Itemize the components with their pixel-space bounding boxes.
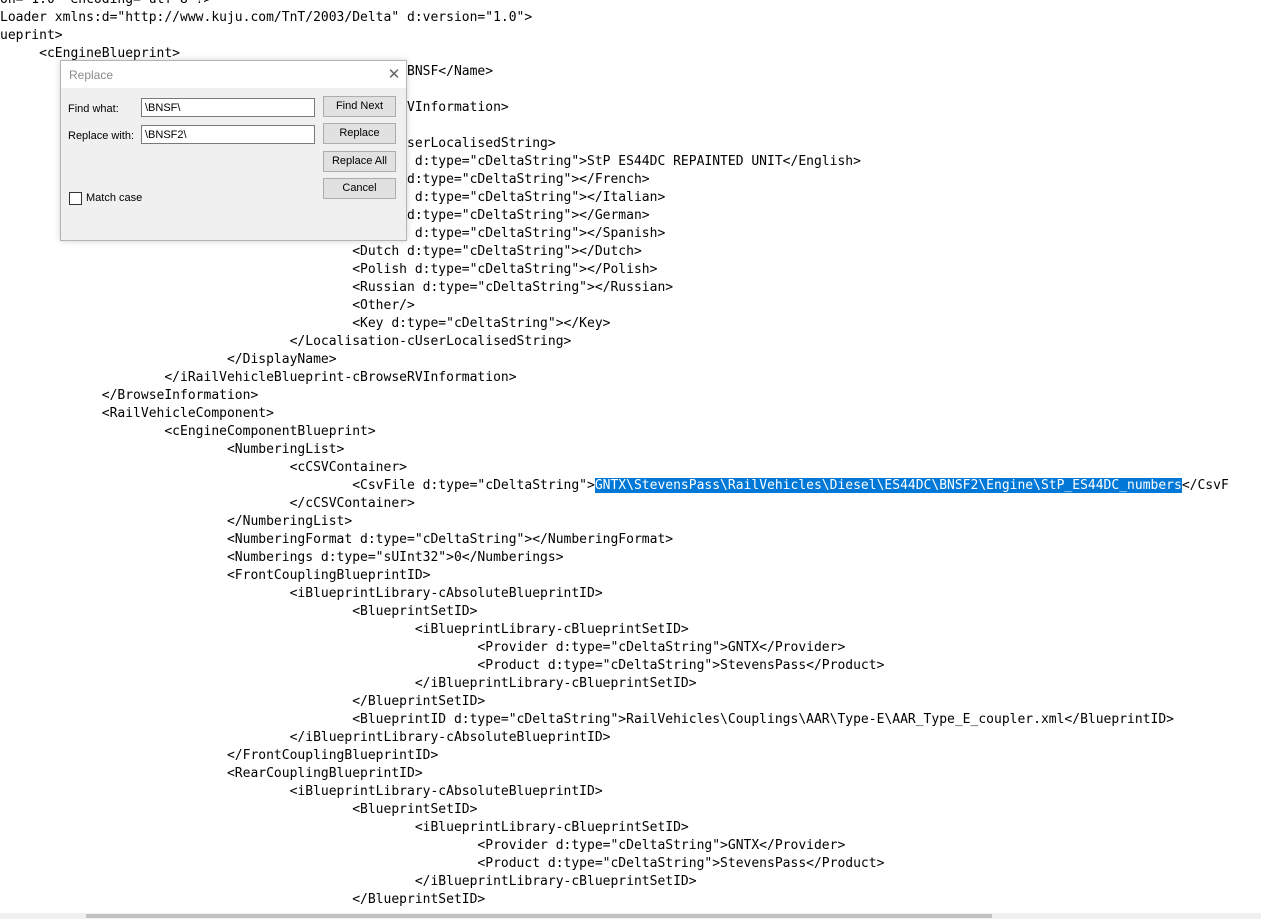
code-line-text: </iBlueprintLibrary-cBlueprintSetID> [0,676,697,691]
code-line: <BlueprintSetID> [0,603,1229,621]
code-line-text: <NumberingList> [0,442,345,457]
code-line: </iBlueprintLibrary-cAbsoluteBlueprintID… [0,729,1229,747]
code-line-text: </iRailVehicleBlueprint-cBrowseRVInforma… [0,370,517,385]
code-line-text: <NumberingFormat d:type="cDeltaString"><… [0,532,674,547]
code-line: </iRailVehicleBlueprint-cBrowseRVInforma… [0,369,1229,387]
code-line: <cCSVContainer> [0,459,1229,477]
code-line: <CsvFile d:type="cDeltaString">GNTX\Stev… [0,477,1229,495]
code-line: on="1.0" encoding="utf-8"?> [0,0,1229,9]
code-line-text: <Key d:type="cDeltaString"></Key> [0,316,611,331]
find-next-button[interactable]: Find Next [323,96,396,117]
dialog-title: Replace [69,68,114,82]
code-line: ueprint> [0,27,1229,45]
match-case-label: Match case [86,192,143,204]
code-line: <FrontCouplingBlueprintID> [0,567,1229,585]
code-line: </BlueprintSetID> [0,891,1229,909]
code-line-text: on="1.0" encoding="utf-8"?> [0,0,211,7]
find-what-input[interactable] [141,98,315,117]
replace-button[interactable]: Replace [323,123,396,144]
code-line-text: </cCSVContainer> [0,496,415,511]
code-line: </BlueprintSetID> [0,693,1229,711]
code-line: </BrowseInformation> [0,387,1229,405]
code-line-text: <RearCouplingBlueprintID> [0,766,423,781]
code-line-text: <BlueprintSetID> [0,604,478,619]
horizontal-scrollbar[interactable] [0,913,1261,919]
code-line: <Provider d:type="cDeltaString">GNTX</Pr… [0,639,1229,657]
code-line-text: </BlueprintSetID> [0,892,486,907]
code-line-text: <Other/> [0,298,415,313]
dialog-titlebar[interactable]: Replace ✕ [61,61,406,88]
scrollbar-thumb[interactable] [86,914,992,918]
code-line-text: <Provider d:type="cDeltaString">GNTX</Pr… [0,838,846,853]
code-line-text: <cEngineComponentBlueprint> [0,424,376,439]
code-line-text: <Numberings d:type="sUInt32">0</Numberin… [0,550,564,565]
code-line-text: <Polish d:type="cDeltaString"></Polish> [0,262,658,277]
close-icon[interactable]: ✕ [383,64,405,86]
code-line: <Key d:type="cDeltaString"></Key> [0,315,1229,333]
code-line-text: <cCSVContainer> [0,460,407,475]
find-what-label: Find what: [68,103,119,115]
code-line: </iBlueprintLibrary-cBlueprintSetID> [0,675,1229,693]
code-line-text: </FrontCouplingBlueprintID> [0,748,439,763]
code-line-text: <Product d:type="cDeltaString">StevensPa… [0,658,885,673]
code-line: <Product d:type="cDeltaString">StevensPa… [0,657,1229,675]
code-line: </DisplayName> [0,351,1229,369]
code-line-text: </iBlueprintLibrary-cAbsoluteBlueprintID… [0,730,611,745]
code-line: </FrontCouplingBlueprintID> [0,747,1229,765]
code-line-text: </BrowseInformation> [0,388,259,403]
code-line-text: <iBlueprintLibrary-cBlueprintSetID> [0,820,689,835]
code-line: <Provider d:type="cDeltaString">GNTX</Pr… [0,837,1229,855]
code-line: <iBlueprintLibrary-cBlueprintSetID> [0,621,1229,639]
code-line: </NumberingList> [0,513,1229,531]
replace-dialog: Replace ✕ Find what: Replace with: Find … [60,60,407,241]
code-line-text-after-selection: </CsvF [1181,478,1229,493]
code-line: </iBlueprintLibrary-cBlueprintSetID> [0,873,1229,891]
selected-text: GNTX\StevensPass\RailVehicles\Diesel\ES4… [594,478,1182,493]
replace-with-input[interactable] [141,125,315,144]
code-line-text: <iBlueprintLibrary-cAbsoluteBlueprintID> [0,784,603,799]
code-line-text: ueprint> [0,28,63,43]
code-line-text: <Dutch d:type="cDeltaString"></Dutch> [0,244,642,259]
code-line-text: </BlueprintSetID> [0,694,486,709]
code-line: <NumberingFormat d:type="cDeltaString"><… [0,531,1229,549]
code-line-text: <iBlueprintLibrary-cAbsoluteBlueprintID> [0,586,603,601]
code-line-text: <Product d:type="cDeltaString">StevensPa… [0,856,885,871]
code-line: <Dutch d:type="cDeltaString"></Dutch> [0,243,1229,261]
code-line-text: <RailVehicleComponent> [0,406,274,421]
code-line-text: <CsvFile d:type="cDeltaString"> [0,478,595,493]
code-line: <iBlueprintLibrary-cAbsoluteBlueprintID> [0,585,1229,603]
code-line: <RailVehicleComponent> [0,405,1229,423]
code-line: <Russian d:type="cDeltaString"></Russian… [0,279,1229,297]
code-line: Loader xmlns:d="http://www.kuju.com/TnT/… [0,9,1229,27]
code-line-text: </Localisation-cUserLocalisedString> [0,334,572,349]
code-line-text: </NumberingList> [0,514,353,529]
cancel-button[interactable]: Cancel [323,178,396,199]
code-line-text: Loader xmlns:d="http://www.kuju.com/TnT/… [0,10,533,25]
code-line: <BlueprintSetID> [0,801,1229,819]
code-line: </cCSVContainer> [0,495,1229,513]
code-line: </Localisation-cUserLocalisedString> [0,333,1229,351]
code-line: <Numberings d:type="sUInt32">0</Numberin… [0,549,1229,567]
code-line-text: </DisplayName> [0,352,337,367]
code-line: <iBlueprintLibrary-cAbsoluteBlueprintID> [0,783,1229,801]
code-line: <NumberingList> [0,441,1229,459]
code-line: <cEngineComponentBlueprint> [0,423,1229,441]
code-line: <iBlueprintLibrary-cBlueprintSetID> [0,819,1229,837]
code-line-text: <iBlueprintLibrary-cBlueprintSetID> [0,622,689,637]
code-line: <Product d:type="cDeltaString">StevensPa… [0,855,1229,873]
code-line: <BlueprintID d:type="cDeltaString">RailV… [0,711,1229,729]
replace-with-label: Replace with: [68,130,135,142]
code-line: <Polish d:type="cDeltaString"></Polish> [0,261,1229,279]
code-line-text: <cEngineBlueprint> [0,46,181,61]
match-case-checkbox[interactable] [69,192,82,205]
code-line: <Other/> [0,297,1229,315]
code-line-text: <FrontCouplingBlueprintID> [0,568,431,583]
replace-all-button[interactable]: Replace All [323,151,396,172]
code-line-text: <Russian d:type="cDeltaString"></Russian… [0,280,674,295]
code-line-text: <BlueprintID d:type="cDeltaString">RailV… [0,712,1174,727]
code-line: <RearCouplingBlueprintID> [0,765,1229,783]
code-line-text: <BlueprintSetID> [0,802,478,817]
code-line-text: <Provider d:type="cDeltaString">GNTX</Pr… [0,640,846,655]
code-line-text: </iBlueprintLibrary-cBlueprintSetID> [0,874,697,889]
